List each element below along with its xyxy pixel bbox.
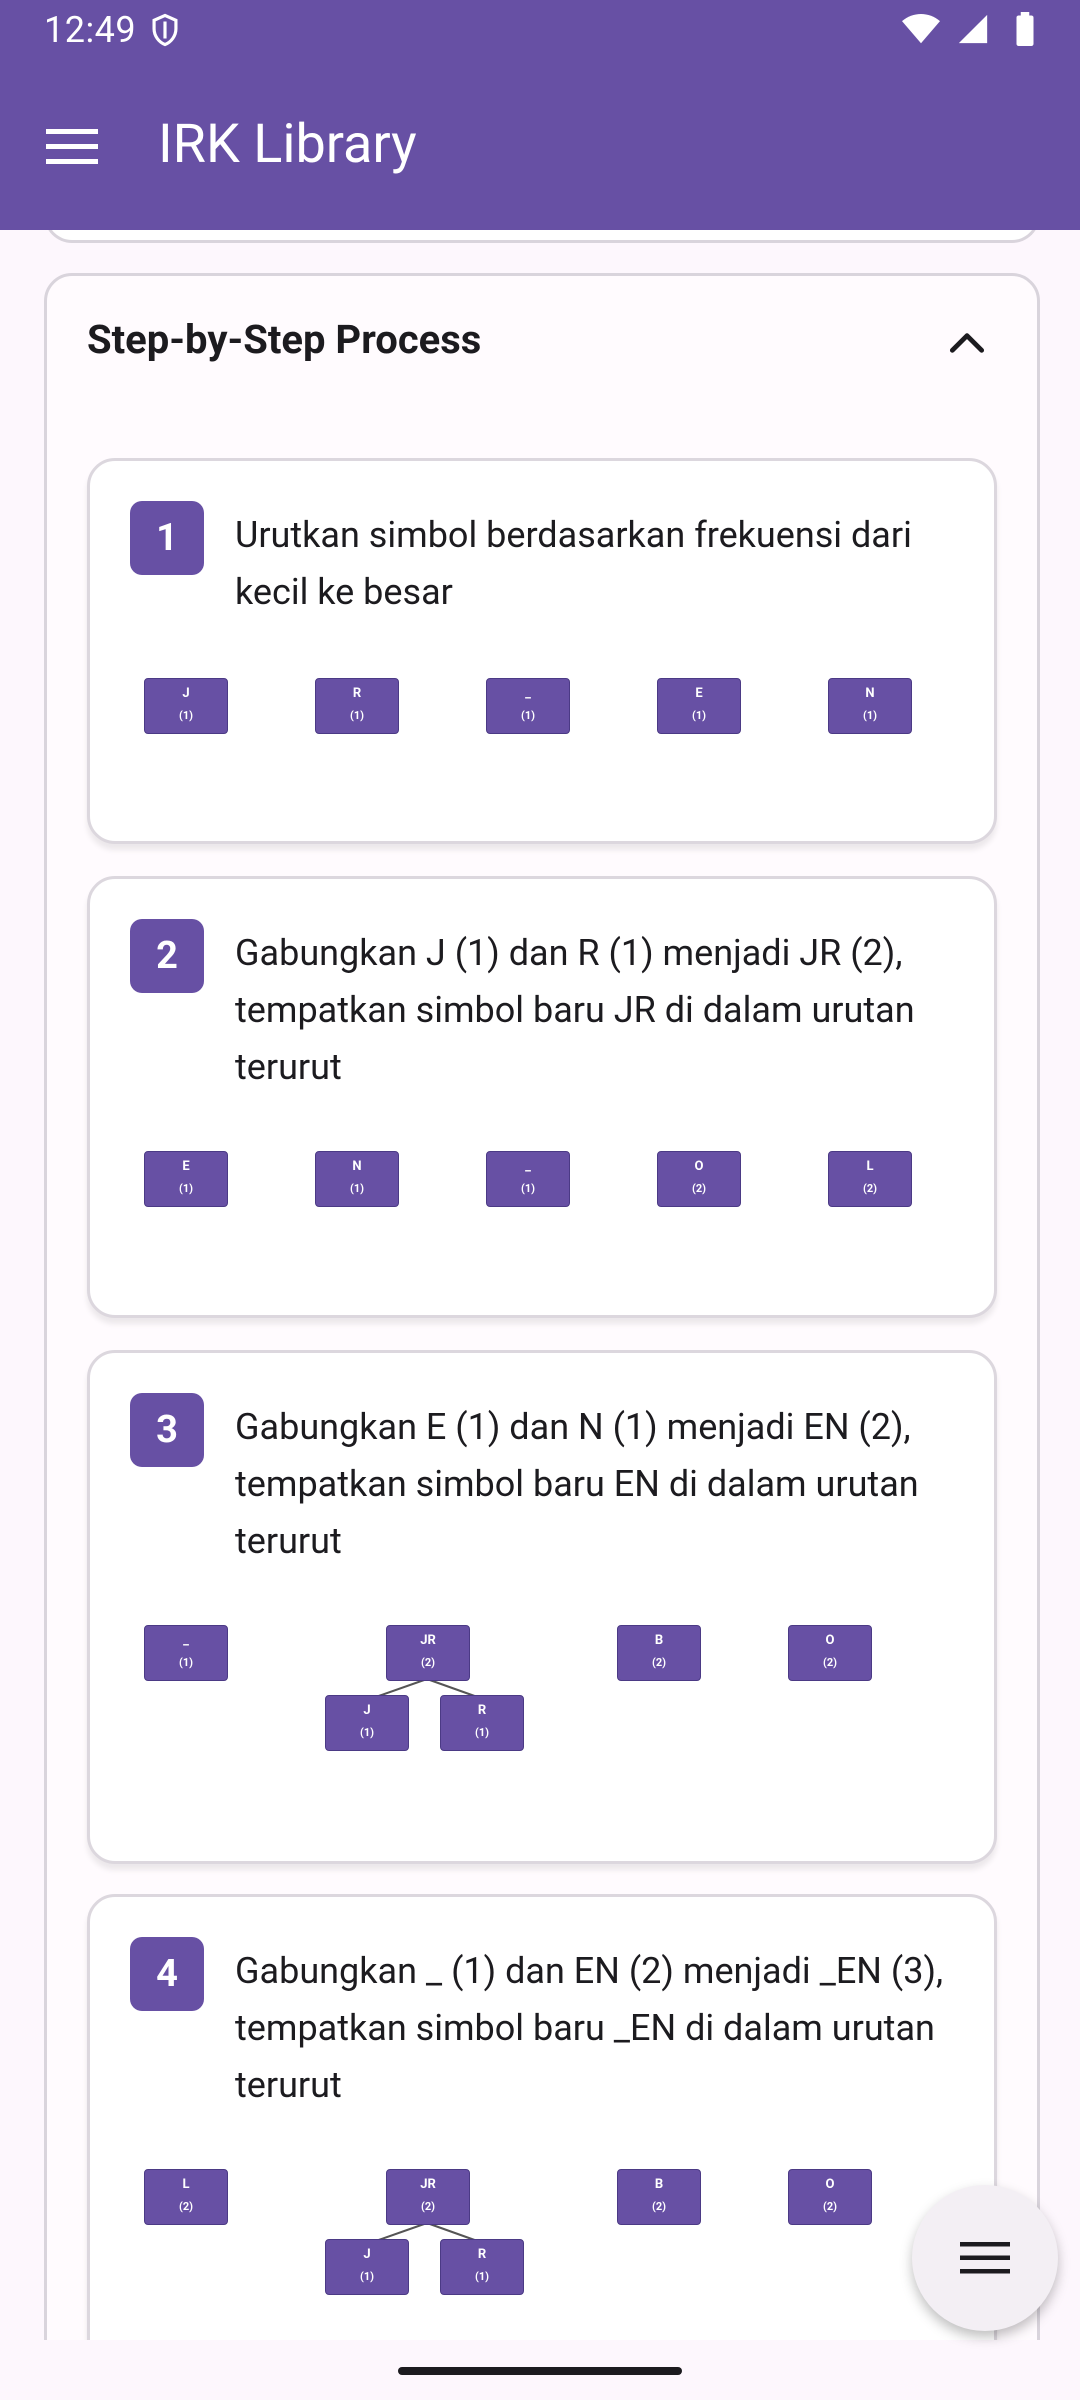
menu-fab-button[interactable] (912, 2185, 1058, 2331)
tree-node: O (2) (788, 2169, 872, 2225)
step-description: Urutkan simbol berdasarkan frekuensi dar… (235, 514, 912, 613)
node-frequency: (1) (520, 709, 536, 722)
node-frequency: (1) (474, 1726, 490, 1739)
node-frequency: (2) (651, 2200, 667, 2213)
status-time: 12:49 (44, 9, 137, 51)
tree-node: J (1) (144, 678, 228, 734)
node-frequency: (1) (691, 709, 707, 722)
node-frequency: (1) (359, 1726, 375, 1739)
node-symbol: R (477, 1703, 487, 1718)
tree-node: R (1) (440, 2239, 524, 2295)
content-scroll[interactable]: Step-by-Step Process 1 Urutkan simbol be… (0, 230, 1080, 2340)
node-symbol: E (182, 1159, 190, 1174)
node-frequency: (2) (651, 1656, 667, 1669)
node-symbol: B (654, 2177, 664, 2192)
node-symbol: J (182, 686, 190, 701)
node-symbol: R (352, 686, 362, 701)
tree-node: B (2) (617, 2169, 701, 2225)
node-frequency: (1) (474, 2270, 490, 2283)
tree-node: N (1) (315, 1151, 399, 1207)
tree-node: J (1) (325, 2239, 409, 2295)
tree-node: JR (2) (386, 2169, 470, 2225)
node-frequency: (1) (349, 709, 365, 722)
node-symbol: _ (525, 1159, 531, 1174)
node-symbol: _ (525, 686, 531, 701)
node-frequency: (2) (691, 1182, 707, 1195)
step-by-step-card: Step-by-Step Process 1 Urutkan simbol be… (44, 273, 1040, 2340)
signal-icon (958, 14, 988, 44)
app-bar: IRK Library (0, 95, 1080, 205)
section-title: Step-by-Step Process (87, 316, 482, 363)
node-symbol: L (866, 1159, 874, 1174)
tree-node: _ (1) (144, 1625, 228, 1681)
node-frequency: (2) (862, 1182, 878, 1195)
tree-node: O (2) (657, 1151, 741, 1207)
node-frequency: (2) (178, 2200, 194, 2213)
node-frequency: (2) (822, 1656, 838, 1669)
step-card-4: 4 Gabungkan _ (1) dan EN (2) menjadi _EN… (87, 1894, 997, 2340)
tree-node: N (1) (828, 678, 912, 734)
tree-node: E (1) (657, 678, 741, 734)
previous-card-edge (44, 230, 1040, 243)
shield-icon (152, 13, 178, 47)
tree-node: O (2) (788, 1625, 872, 1681)
node-symbol: J (363, 1703, 371, 1718)
node-frequency: (1) (359, 2270, 375, 2283)
node-frequency: (2) (420, 1656, 436, 1669)
top-app-bar: 12:49 IRK Library (0, 0, 1080, 230)
node-frequency: (1) (178, 1656, 194, 1669)
node-frequency: (1) (349, 1182, 365, 1195)
node-frequency: (2) (822, 2200, 838, 2213)
step-description: Gabungkan J (1) dan R (1) menjadi JR (2)… (235, 932, 915, 1088)
tree-node: _ (1) (486, 1151, 570, 1207)
node-frequency: (1) (862, 709, 878, 722)
tree-node: B (2) (617, 1625, 701, 1681)
status-icons (902, 12, 1044, 46)
tree-node: L (2) (828, 1151, 912, 1207)
node-symbol: E (695, 686, 703, 701)
tree-node: J (1) (325, 1695, 409, 1751)
node-frequency: (2) (420, 2200, 436, 2213)
node-symbol: O (825, 2177, 835, 2192)
menu-icon (960, 2242, 1010, 2274)
node-symbol: _ (183, 1633, 189, 1648)
node-symbol: J (363, 2247, 371, 2262)
step-card-3: 3 Gabungkan E (1) dan N (1) menjadi EN (… (87, 1350, 997, 1864)
step-number-badge: 2 (130, 919, 204, 993)
step-card-2: 2 Gabungkan J (1) dan R (1) menjadi JR (… (87, 876, 997, 1318)
node-symbol: B (654, 1633, 664, 1648)
node-frequency: (1) (178, 709, 194, 722)
chevron-up-icon[interactable] (945, 321, 989, 365)
node-symbol: O (825, 1633, 835, 1648)
node-frequency: (1) (178, 1182, 194, 1195)
node-symbol: N (865, 686, 875, 701)
node-symbol: O (694, 1159, 704, 1174)
gesture-nav-handle[interactable] (398, 2367, 682, 2375)
status-bar: 12:49 (44, 8, 180, 52)
app-title: IRK Library (158, 113, 417, 176)
tree-node: R (1) (315, 678, 399, 734)
node-symbol: JR (420, 2177, 436, 2192)
node-symbol: N (352, 1159, 362, 1174)
tree-node: _ (1) (486, 678, 570, 734)
tree-node: R (1) (440, 1695, 524, 1751)
menu-button[interactable] (42, 117, 102, 177)
node-frequency: (1) (520, 1182, 536, 1195)
menu-icon (46, 129, 98, 164)
tree-edges (369, 1678, 484, 1700)
node-symbol: JR (420, 1633, 436, 1648)
tree-node: L (2) (144, 2169, 228, 2225)
step-number-badge: 1 (130, 501, 204, 575)
battery-icon (1016, 12, 1034, 46)
node-symbol: R (477, 2247, 487, 2262)
step-card-1: 1 Urutkan simbol berdasarkan frekuensi d… (87, 458, 997, 844)
node-symbol: L (182, 2177, 190, 2192)
tree-edges (369, 2222, 484, 2244)
wifi-icon (902, 13, 940, 44)
tree-node: E (1) (144, 1151, 228, 1207)
tree-node: JR (2) (386, 1625, 470, 1681)
